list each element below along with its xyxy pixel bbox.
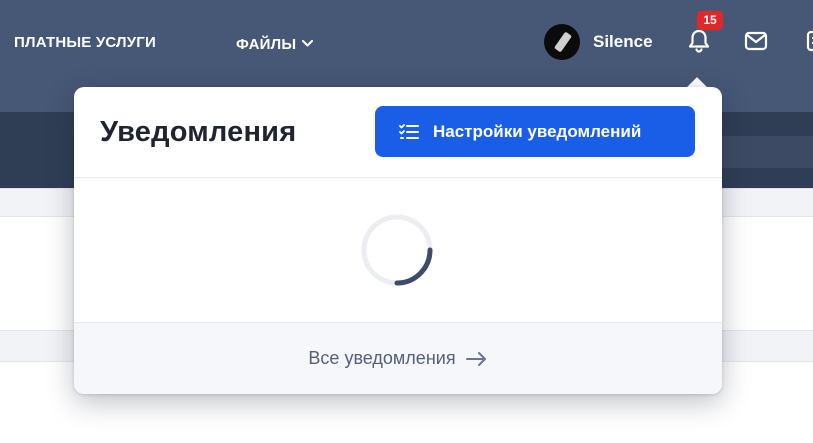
all-notifications-label: Все уведомления: [308, 348, 456, 368]
chevron-down-icon: [302, 33, 314, 53]
all-notifications-link[interactable]: Все уведомления: [308, 348, 487, 369]
user-menu[interactable]: Silence: [544, 24, 653, 60]
notification-settings-button[interactable]: Настройки уведомлений: [375, 106, 695, 157]
bookmarks-icon[interactable]: [800, 28, 813, 54]
avatar: [544, 24, 580, 60]
nav-paid-services[interactable]: ПЛАТНЫЕ УСЛУГИ: [14, 33, 156, 53]
bell-icon[interactable]: [686, 28, 712, 54]
nav-files[interactable]: ФАЙЛЫ: [236, 33, 314, 53]
popup-footer: Все уведомления: [74, 322, 722, 394]
notification-count-badge: 15: [697, 11, 723, 30]
list-settings-icon: [399, 123, 419, 139]
arrow-right-icon: [465, 351, 486, 366]
notifications-popup: Уведомления Настройки уведомлений Все ув…: [74, 87, 722, 394]
popup-header: Уведомления Настройки уведомлений: [74, 87, 722, 178]
username: Silence: [593, 32, 653, 51]
spinner-icon: [361, 214, 433, 286]
settings-button-label: Настройки уведомлений: [433, 121, 642, 141]
popup-title: Уведомления: [100, 116, 297, 148]
nav-files-label: ФАЙЛЫ: [236, 36, 297, 53]
mail-icon[interactable]: [743, 28, 769, 54]
